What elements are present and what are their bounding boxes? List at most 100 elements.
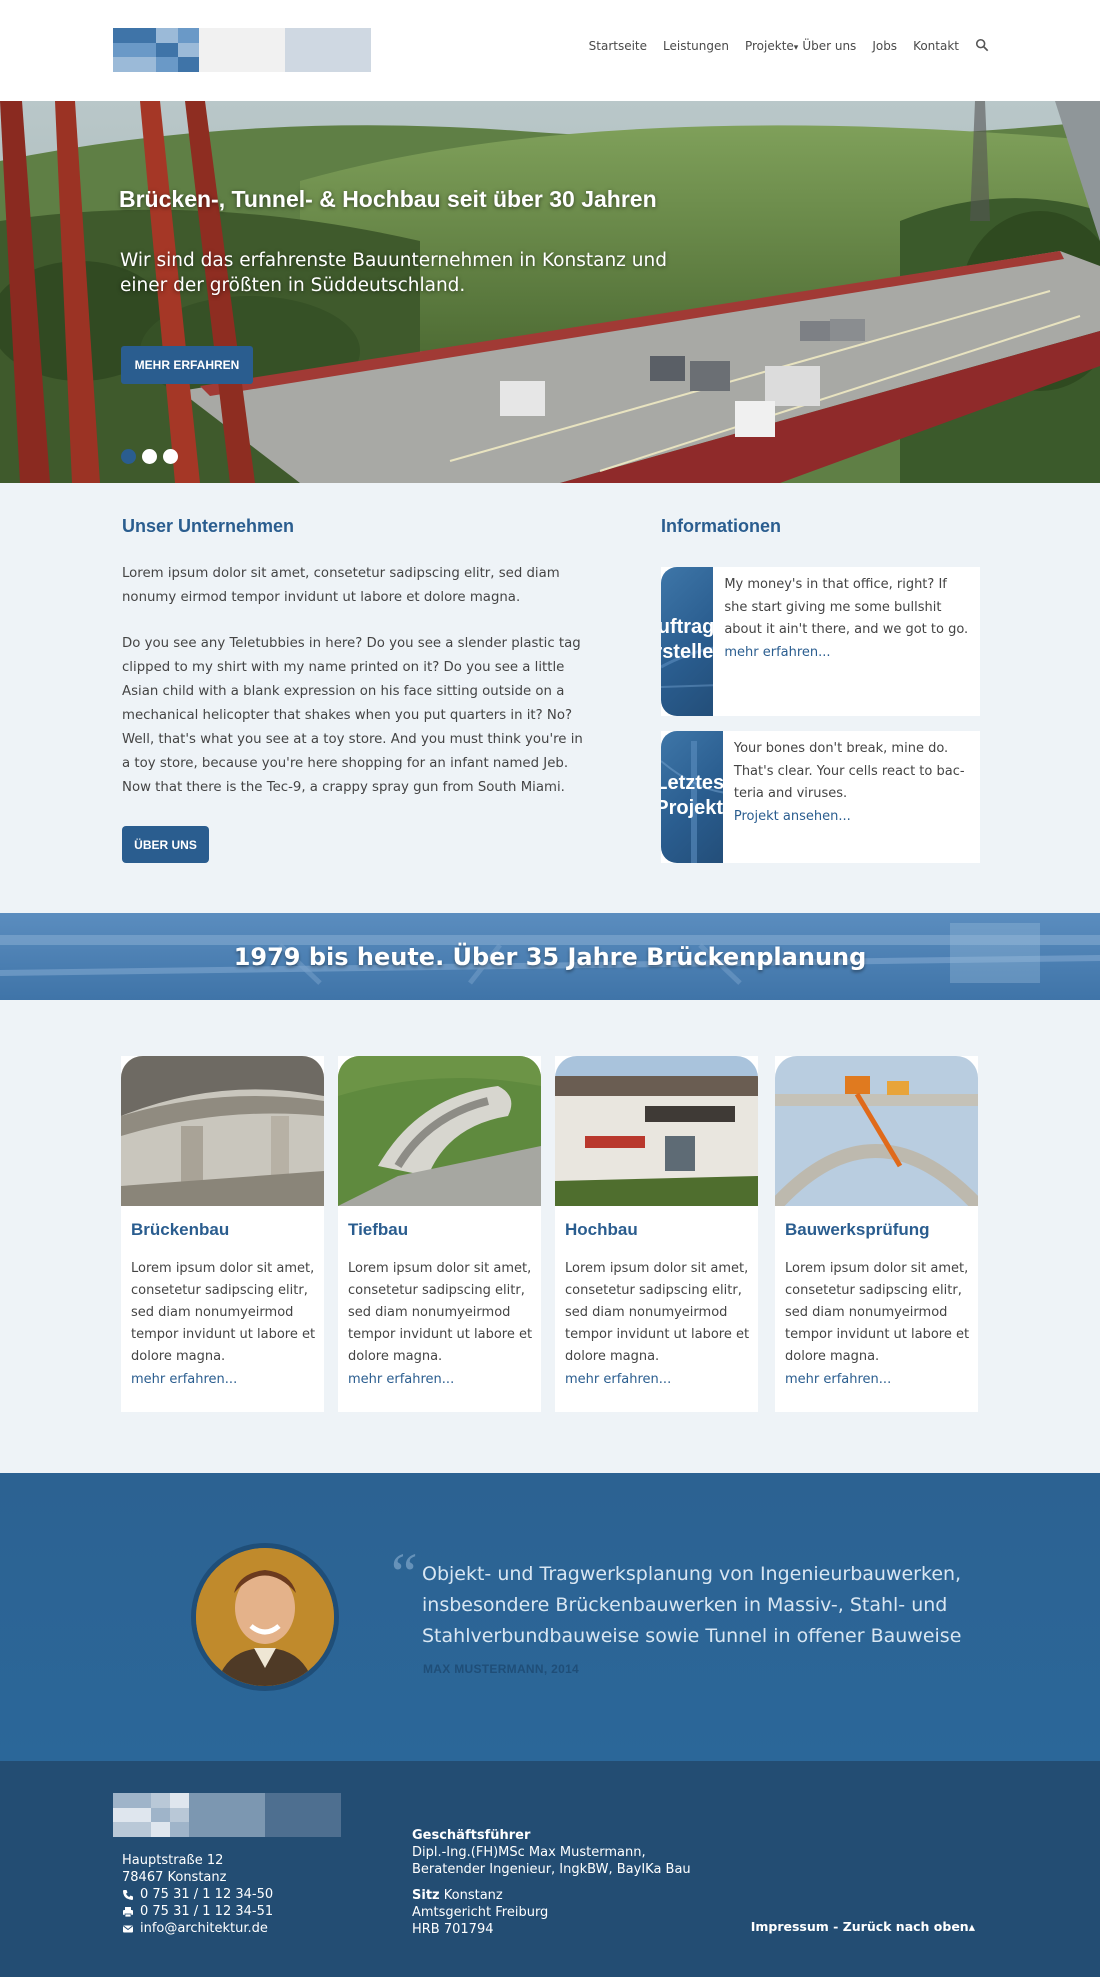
service-card-bauwerkspruefung-link[interactable]: mehr erfahren... [785, 1372, 891, 1387]
service-card-tiefbau-text: Lorem ipsum dolor sit amet, consetetur s… [348, 1261, 533, 1364]
service-card-hochbau-image[interactable] [555, 1056, 758, 1206]
service-card-hochbau: Hochbau Lorem ipsum dolor sit amet, cons… [555, 1056, 758, 1412]
footer-fax: 0 75 31 / 1 12 34-51 [140, 1904, 274, 1919]
logo-pixel [328, 28, 350, 43]
info-card-project-link[interactable]: Projekt ansehen... [734, 806, 969, 829]
slider-dot-2[interactable] [142, 449, 157, 464]
footer-gf-line1: Dipl.-Ing.(FH)MSc Max Mustermann, [412, 1845, 646, 1860]
logo-pixel [306, 57, 328, 72]
info-card-order-link[interactable]: mehr erfahren... [724, 642, 969, 665]
logo-pixel [285, 42, 307, 58]
hero-subtitle: Wir sind das erfahrenste Bauunternehmen … [120, 250, 667, 296]
nav-item-kontakt[interactable]: Kontakt [913, 39, 959, 53]
info-card-order-label-1: Auftrag [661, 616, 714, 638]
impressum-link[interactable]: Impressum [751, 1919, 829, 1934]
hero-cta-button[interactable]: MEHR ERFAHREN [121, 346, 253, 384]
logo-pixel [151, 1793, 170, 1808]
logo-pixel [132, 1807, 151, 1823]
service-card-brueckenbau-link[interactable]: mehr erfahren... [131, 1372, 237, 1387]
footer-gf-label: Geschäftsführer [412, 1828, 531, 1843]
nav-item-projekte[interactable]: Projekte▾ [745, 39, 798, 53]
footer-phone[interactable]: 0 75 31 / 1 12 34-50 [140, 1886, 273, 1903]
fax-icon [123, 1906, 133, 1917]
logo-pixel [208, 1793, 227, 1808]
logo-pixel [156, 57, 178, 72]
logo-pixel [151, 1807, 170, 1823]
logo-pixel [246, 1822, 265, 1837]
footer-city: 78467 Konstanz [122, 1870, 227, 1885]
back-to-top-link[interactable]: Zurück nach oben▴ [843, 1919, 975, 1934]
logo-pixel [265, 1822, 284, 1837]
logo-pixel [227, 1807, 246, 1823]
info-card-project-image[interactable]: Letztes Projekt▸ [661, 731, 723, 863]
service-card-brueckenbau-text: Lorem ipsum dolor sit amet, consetetur s… [131, 1261, 316, 1364]
logo-pixel [242, 57, 264, 72]
search-icon[interactable] [975, 38, 991, 54]
logo-pixel [285, 57, 307, 72]
info-card-project-label-1: Letztes [661, 771, 723, 794]
logo-pixel [170, 1793, 189, 1808]
service-card-bauwerkspruefung: Bauwerksprüfung Lorem ipsum dolor sit am… [775, 1056, 978, 1412]
site-logo[interactable] [113, 28, 371, 72]
logo-pixel [285, 28, 307, 43]
logo-pixel [284, 1822, 303, 1837]
logo-pixel [113, 57, 135, 72]
slider-dot-3[interactable] [163, 449, 178, 464]
logo-pixel [113, 42, 135, 58]
logo-pixel [177, 28, 199, 43]
logo-pixel [177, 57, 199, 72]
nav-item-leistungen[interactable]: Leistungen [663, 39, 729, 53]
info-title: Informationen [661, 516, 781, 536]
service-card-bauwerkspruefung-title: Bauwerksprüfung [785, 1220, 930, 1239]
company-paragraph-2: Do you see any Teletubbies in here? Do y… [122, 636, 583, 795]
main-nav: Startseite Leistungen Projekte▾ Über uns… [589, 38, 991, 54]
logo-pixel [132, 1822, 151, 1837]
avatar [191, 1543, 339, 1691]
logo-pixel [189, 1822, 208, 1837]
company-paragraph-1: Lorem ipsum dolor sit amet, consetetur s… [122, 566, 560, 605]
logo-pixel [242, 42, 264, 58]
logo-pixel [303, 1822, 322, 1837]
hero-title: Brücken-, Tunnel- & Hochbau seit über 30… [119, 186, 657, 212]
quote-text: Objekt- und Tragwerksplanung von Ingenie… [422, 1563, 962, 1647]
footer-links: Impressum - Zurück nach oben▴ [751, 1919, 975, 1934]
footer-address: Hauptstraße 12 78467 Konstanz 0 75 31 / … [122, 1852, 273, 1937]
footer-sitz-value: Konstanz [443, 1888, 503, 1903]
info-card-order[interactable]: Auftrag erstellen▸ My money's in that of… [661, 567, 980, 716]
service-card-brueckenbau-image[interactable] [121, 1056, 324, 1206]
service-card-tiefbau-image[interactable] [338, 1056, 541, 1206]
info-card-order-image[interactable]: Auftrag erstellen▸ [661, 567, 714, 716]
footer-company-info: Geschäftsführer Dipl.-Ing.(FH)MSc Max Mu… [412, 1827, 691, 1938]
service-card-tiefbau-link[interactable]: mehr erfahren... [348, 1372, 454, 1387]
nav-item-startseite[interactable]: Startseite [589, 39, 647, 53]
logo-pixel [322, 1807, 341, 1823]
logo-pixel [263, 42, 285, 58]
logo-pixel [220, 42, 242, 58]
logo-pixel [322, 1793, 341, 1808]
nav-item-ueber-uns[interactable]: Über uns [802, 39, 856, 53]
service-card-hochbau-text: Lorem ipsum dolor sit amet, consetetur s… [565, 1261, 750, 1364]
logo-pixel [306, 42, 328, 58]
service-card-bauwerkspruefung-image[interactable] [775, 1056, 978, 1206]
footer-hrb: HRB 701794 [412, 1922, 494, 1937]
hero-slider: Brücken-, Tunnel- & Hochbau seit über 30… [0, 101, 1100, 483]
logo-pixel [303, 1807, 322, 1823]
footer-court: Amtsgericht Freiburg [412, 1905, 549, 1920]
logo-pixel [263, 28, 285, 43]
slider-dots [121, 449, 178, 464]
footer-email[interactable]: info@architektur.de [140, 1920, 268, 1937]
info-card-last-project[interactable]: Letztes Projekt▸ Your bones don't break,… [661, 731, 980, 863]
footer-logo[interactable] [113, 1793, 341, 1837]
logo-pixel [208, 1822, 227, 1837]
about-us-button[interactable]: ÜBER UNS [122, 826, 209, 863]
banner-text: 1979 bis heute. Über 35 Jahre Brückenpla… [233, 942, 867, 971]
nav-item-jobs[interactable]: Jobs [872, 39, 897, 53]
logo-pixel [303, 1793, 322, 1808]
info-card-project-text: Your bones don't break, mine do. That's … [733, 741, 965, 801]
logo-pixel [349, 28, 371, 43]
logo-pixel [113, 1822, 132, 1837]
back-to-top-label: Zurück nach oben [842, 1919, 969, 1934]
service-card-hochbau-link[interactable]: mehr erfahren... [565, 1372, 671, 1387]
company-title: Unser Unternehmen [122, 516, 295, 536]
slider-dot-1[interactable] [121, 449, 136, 464]
